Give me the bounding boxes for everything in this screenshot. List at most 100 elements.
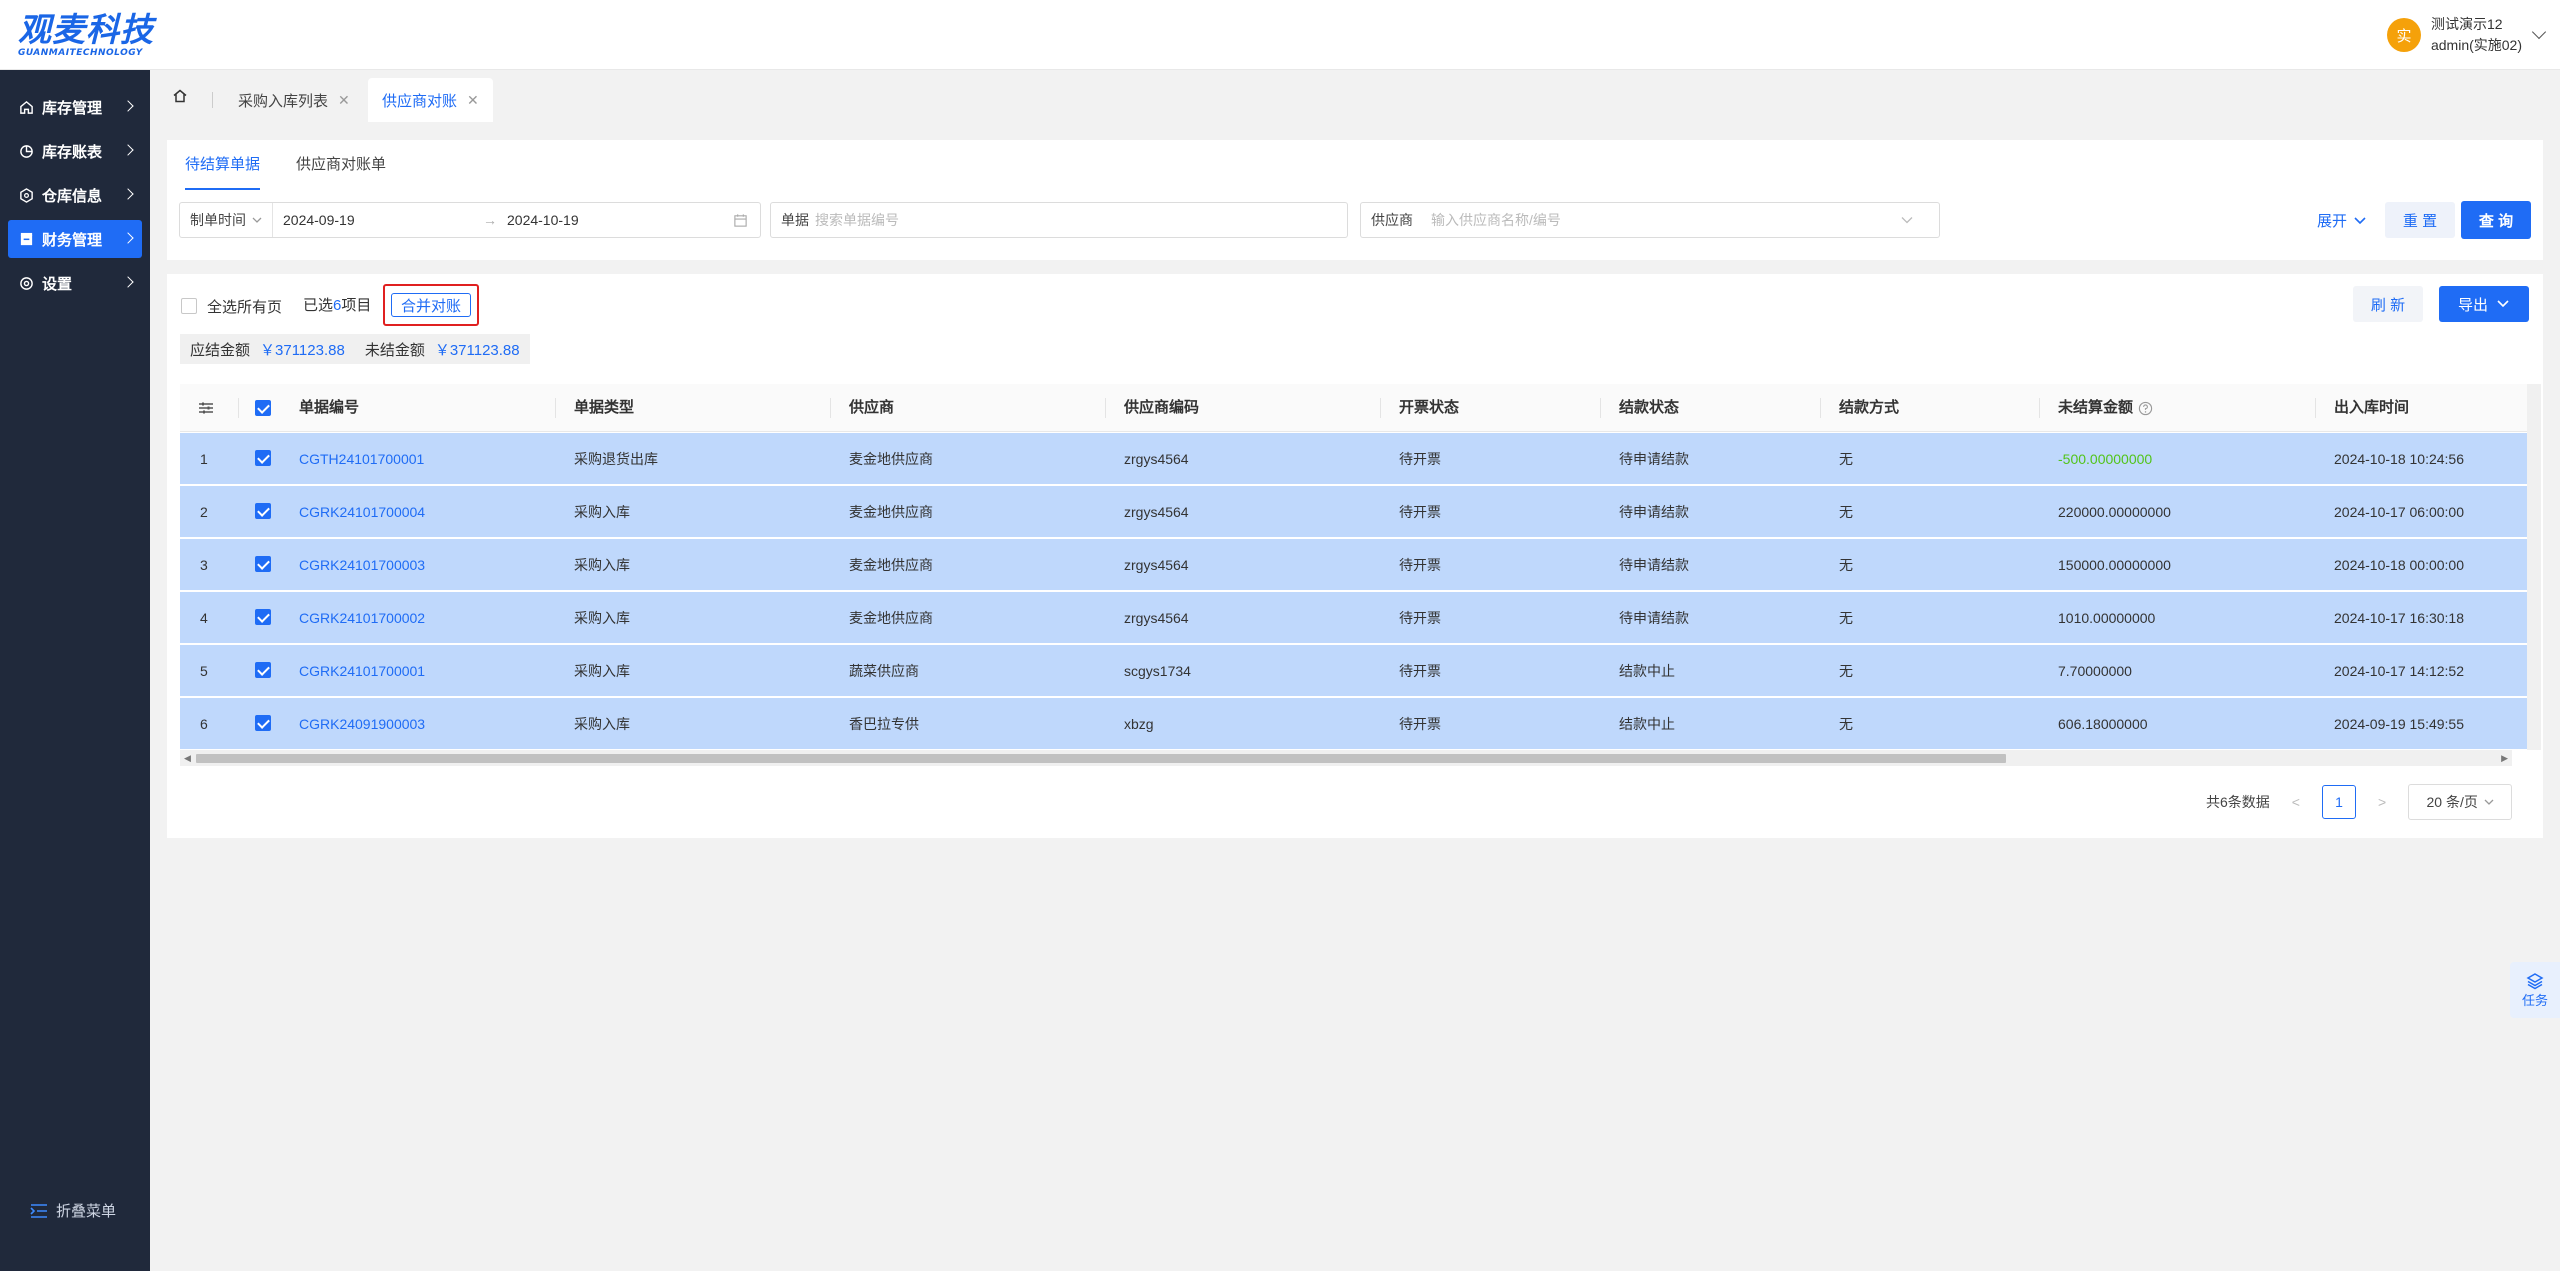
tab-supplier-reconciliation[interactable]: 供应商对账 ✕ — [368, 78, 493, 122]
cell-row-index: 6 — [200, 716, 208, 732]
row-checkbox[interactable] — [255, 609, 271, 625]
home-tab[interactable] — [168, 84, 192, 108]
date-range-filter[interactable]: 制单时间 2024-09-19 → 2024-10-19 — [179, 202, 761, 238]
close-icon[interactable]: ✕ — [338, 92, 350, 109]
task-button[interactable]: 任务 — [2510, 962, 2560, 1018]
user-menu[interactable]: 实 测试演示12 admin(实施02) — [2386, 14, 2547, 56]
cell-supplier: 麦金地供应商 — [849, 610, 933, 626]
header-select-all[interactable] — [255, 400, 271, 420]
column-settings-icon[interactable] — [198, 400, 214, 420]
tab-purchase-inbound-list[interactable]: 采购入库列表 ✕ — [224, 78, 364, 122]
header-divider — [1105, 398, 1106, 418]
date-start-input[interactable]: 2024-09-19 — [283, 212, 483, 228]
sidebar-item-settings[interactable]: 设置 — [8, 264, 142, 302]
col-inout-time[interactable]: 出入库时间 — [2334, 384, 2409, 432]
page-tabs: 采购入库列表 ✕ 供应商对账 ✕ — [150, 70, 2560, 122]
row-select[interactable] — [255, 609, 271, 627]
row-checkbox[interactable] — [255, 450, 271, 466]
cell-doc-type: 采购入库 — [574, 663, 630, 679]
next-page-button[interactable]: > — [2378, 794, 2386, 810]
sidebar: 库存管理 库存账表 仓库信息 财务管理 设置 折叠菜单 — [0, 70, 150, 1271]
prev-page-button[interactable]: < — [2292, 794, 2300, 810]
document-search-input[interactable]: 搜索单据编号 — [815, 210, 899, 230]
page-size-select[interactable]: 20 条/页 — [2408, 784, 2513, 820]
table-row[interactable]: 2 CGRK24101700004 采购入库 麦金地供应商 zrgys4564 待开票 待申… — [180, 486, 2527, 538]
reset-button[interactable]: 重 置 — [2385, 202, 2455, 238]
cell-doc-number[interactable]: CGRK24101700004 — [299, 486, 425, 538]
col-payment-method[interactable]: 结款方式 — [1839, 384, 1899, 432]
header-divider — [1600, 398, 1601, 418]
finance-icon — [18, 231, 34, 247]
row-select[interactable] — [255, 715, 271, 733]
collapse-menu-button[interactable]: 折叠菜单 — [30, 1200, 116, 1221]
row-checkbox[interactable] — [255, 503, 271, 519]
total-count: 共6条数据 — [2206, 794, 2270, 810]
select-all-pages-checkbox[interactable] — [181, 298, 197, 314]
row-select[interactable] — [255, 503, 271, 521]
sidebar-item-label: 设置 — [42, 275, 73, 293]
row-checkbox[interactable] — [255, 556, 271, 572]
receivable-label: 应结金额 — [190, 341, 251, 359]
subtab-pending-documents[interactable]: 待结算单据 — [185, 140, 261, 190]
date-end-input[interactable]: 2024-10-19 — [507, 212, 707, 228]
col-payment-status[interactable]: 结款状态 — [1619, 384, 1679, 432]
subtab-supplier-statements[interactable]: 供应商对账单 — [296, 140, 386, 190]
col-supplier[interactable]: 供应商 — [849, 384, 894, 432]
merge-reconcile-button[interactable]: 合并对账 — [391, 293, 471, 317]
table-row[interactable]: 3 CGRK24101700003 采购入库 麦金地供应商 zrgys4564 待开票 待申… — [180, 539, 2527, 591]
page-number-1[interactable]: 1 — [2321, 785, 2356, 819]
cell-inout-time: 2024-10-18 00:00:00 — [2334, 557, 2464, 573]
cell-supplier: 蔬菜供应商 — [849, 663, 919, 679]
vertical-scrollbar[interactable] — [2527, 384, 2541, 750]
cell-payment-status: 待申请结款 — [1619, 451, 1689, 467]
horizontal-scrollbar[interactable]: ◀ ▶ — [180, 750, 2512, 766]
selected-count-text: 已选6项目 — [303, 294, 371, 318]
export-button[interactable]: 导出 — [2439, 286, 2529, 322]
cell-supplier: 麦金地供应商 — [849, 504, 933, 520]
row-select[interactable] — [255, 556, 271, 574]
table-row[interactable]: 1 CGTH24101700001 采购退货出库 麦金地供应商 zrgys4564 待开票… — [180, 433, 2527, 485]
cell-doc-number[interactable]: CGRK24101700002 — [299, 592, 425, 644]
table-header: 单据编号 单据类型 供应商 供应商编码 开票状态 结款状态 结款方式 未结算金额… — [180, 384, 2527, 432]
help-icon[interactable] — [2138, 401, 2153, 416]
close-icon[interactable]: ✕ — [467, 92, 479, 109]
sidebar-item-inventory[interactable]: 库存管理 — [8, 88, 142, 126]
scroll-left-arrow[interactable]: ◀ — [184, 753, 191, 764]
cell-doc-number[interactable]: CGRK24101700001 — [299, 645, 425, 697]
row-select[interactable] — [255, 450, 271, 468]
header-checkbox[interactable] — [255, 400, 271, 416]
sidebar-item-inventory-ledger[interactable]: 库存账表 — [8, 132, 142, 170]
row-checkbox[interactable] — [255, 715, 271, 731]
user-tenant: 测试演示12 — [2430, 16, 2503, 32]
cell-inout-time: 2024-10-17 14:12:52 — [2334, 663, 2464, 679]
sidebar-item-finance[interactable]: 财务管理 — [8, 220, 142, 258]
table-row[interactable]: 4 CGRK24101700002 采购入库 麦金地供应商 zrgys4564 待开票 待申… — [180, 592, 2527, 644]
brand-logo[interactable]: 观麦科技 GUANMAITECHNOLOGY — [18, 12, 168, 59]
cell-doc-number[interactable]: CGRK24091900003 — [299, 698, 425, 750]
col-doc-type[interactable]: 单据类型 — [574, 384, 634, 432]
row-checkbox[interactable] — [255, 662, 271, 678]
scrollbar-thumb[interactable] — [196, 754, 2006, 763]
supplier-input[interactable]: 输入供应商名称/编号 — [1431, 210, 1561, 230]
expand-filters-button[interactable]: 展开 — [2317, 210, 2367, 231]
refresh-button[interactable]: 刷 新 — [2353, 286, 2423, 322]
chevron-right-icon — [122, 144, 134, 156]
unsettled-value: ￥371123.88 — [434, 341, 520, 359]
col-supplier-code[interactable]: 供应商编码 — [1124, 384, 1199, 432]
select-all-pages[interactable]: 全选所有页 — [181, 294, 282, 318]
sidebar-item-warehouse[interactable]: 仓库信息 — [8, 176, 142, 214]
cell-inout-time: 2024-09-19 15:49:55 — [2334, 716, 2464, 732]
query-button[interactable]: 查 询 — [2461, 201, 2531, 239]
table-row[interactable]: 6 CGRK24091900003 采购入库 香巴拉专供 xbzg 待开票 结款中止 无 606… — [180, 698, 2527, 750]
cell-doc-number[interactable]: CGRK24101700003 — [299, 539, 425, 591]
col-unsettled-amount[interactable]: 未结算金额 — [2058, 384, 2153, 432]
table-row[interactable]: 5 CGRK24101700001 采购入库 蔬菜供应商 scgys1734 待开票 结款中… — [180, 645, 2527, 697]
scroll-right-arrow[interactable]: ▶ — [2501, 753, 2508, 764]
supplier-select[interactable]: 供应商 输入供应商名称/编号 — [1360, 202, 1940, 238]
cell-doc-number[interactable]: CGTH24101700001 — [299, 433, 424, 485]
row-select[interactable] — [255, 662, 271, 680]
col-doc-number[interactable]: 单据编号 — [299, 384, 359, 432]
document-search-field[interactable]: 单据 搜索单据编号 — [770, 202, 1348, 238]
col-invoice-status[interactable]: 开票状态 — [1399, 384, 1459, 432]
date-type-select[interactable]: 制单时间 — [180, 203, 273, 237]
